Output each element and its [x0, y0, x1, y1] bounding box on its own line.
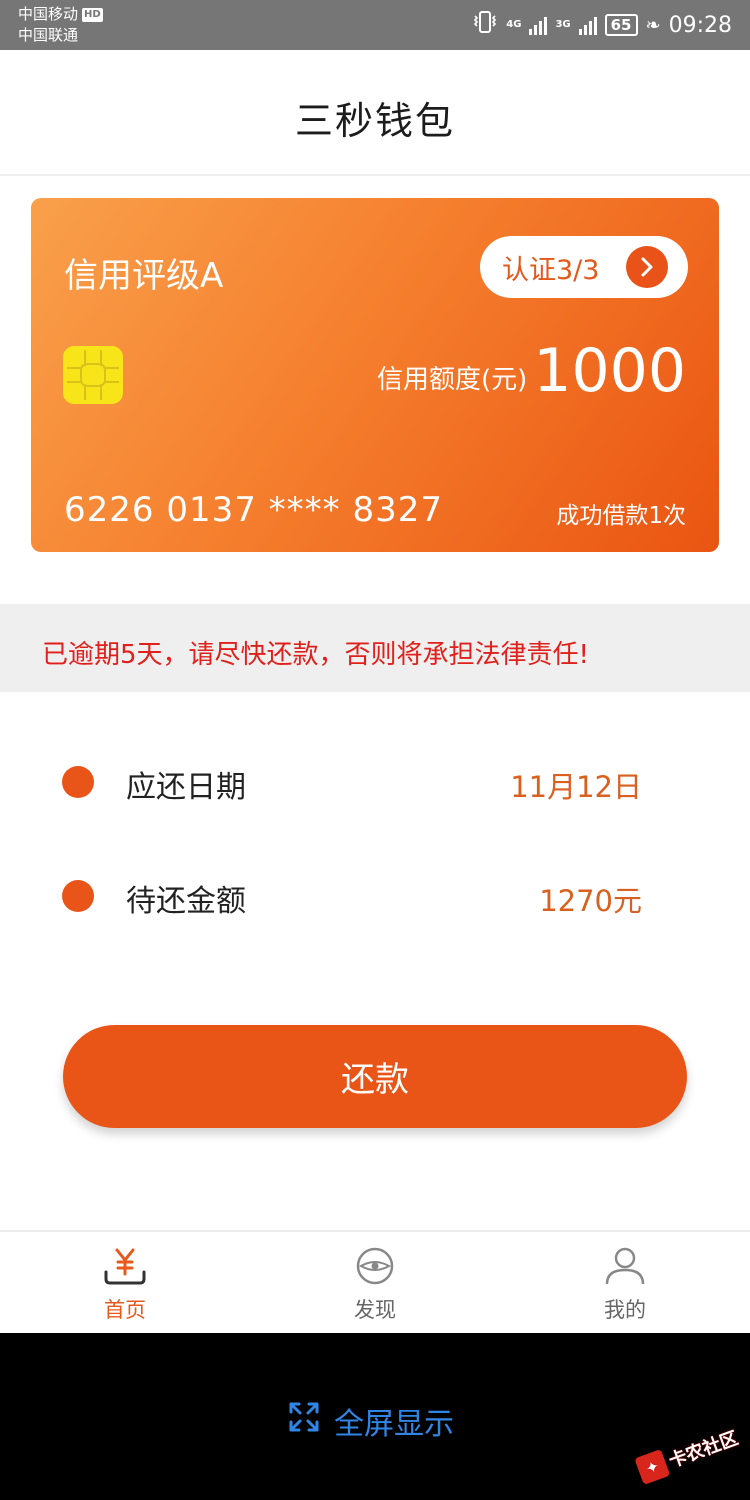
amount-due-value: 1270元: [539, 884, 642, 918]
repay-button[interactable]: 还款: [63, 1025, 687, 1128]
network-1-label: 4G: [506, 19, 522, 30]
due-date-row: 应还日期 11月12日: [0, 752, 750, 812]
vibrate-icon: [472, 10, 498, 40]
hd-badge: HD: [82, 7, 103, 22]
credit-card: 信用评级A 认证3/3 信用额度(元) 1000 6226 0137 **** …: [31, 198, 719, 552]
carrier-1-name: 中国移动: [18, 5, 79, 23]
bullet-icon: [62, 880, 94, 912]
card-number: 6226 0137 **** 8327: [64, 490, 444, 530]
overdue-notice-text: 已逾期5天，请尽快还款，否则将承担法律责任!: [42, 640, 589, 670]
status-icons: 4G 3G 65 ❧ 09:28: [472, 0, 732, 50]
page-title: 三秒钱包: [294, 99, 455, 143]
loan-count: 成功借款1次: [556, 503, 686, 529]
status-bar: 中国移动 HD 中国联通 4G 3G 65 ❧ 09:28: [0, 0, 750, 50]
nav-item-mine[interactable]: 我的: [500, 1232, 750, 1333]
network-2-label: 3G: [555, 19, 571, 30]
credit-rating: 信用评级A: [64, 256, 224, 296]
carrier-info: 中国移动 HD 中国联通: [18, 4, 103, 46]
eye-circle-icon: [355, 1246, 395, 1290]
power-saving-icon: ❧: [645, 14, 661, 36]
verification-button[interactable]: 认证3/3: [480, 236, 688, 298]
amount-due-label: 待还金额: [126, 884, 246, 919]
credit-limit: 信用额度(元) 1000: [377, 336, 686, 406]
user-icon: [603, 1246, 647, 1290]
nav-label-discover: 发现: [354, 1298, 396, 1322]
yen-wallet-icon: [103, 1246, 147, 1290]
credit-limit-label: 信用额度(元): [377, 365, 528, 395]
verification-label: 认证3/3: [502, 254, 600, 286]
carrier-2-name: 中国联通: [18, 26, 79, 44]
due-date-value: 11月12日: [510, 770, 642, 804]
expand-icon: [288, 1401, 320, 1441]
clock: 09:28: [668, 12, 732, 38]
fullscreen-button[interactable]: 全屏显示: [288, 1399, 454, 1443]
signal-1-icon: [529, 15, 548, 35]
nav-label-home: 首页: [104, 1298, 146, 1322]
card-chip-icon: [63, 346, 123, 404]
due-date-label: 应还日期: [126, 770, 246, 805]
bottom-nav: 首页 发现 我的: [0, 1230, 750, 1333]
battery-icon: 65: [604, 14, 638, 36]
amount-due-row: 待还金额 1270元: [0, 866, 750, 926]
credit-limit-value: 1000: [533, 336, 686, 406]
nav-label-mine: 我的: [604, 1298, 646, 1322]
fullscreen-label: 全屏显示: [334, 1407, 454, 1442]
bullet-icon: [62, 766, 94, 798]
system-navigation-area: 全屏显示: [0, 1333, 750, 1500]
overdue-notice: 已逾期5天，请尽快还款，否则将承担法律责任!: [0, 604, 750, 692]
signal-2-icon: [578, 15, 597, 35]
app-header: 三秒钱包: [0, 50, 750, 176]
chevron-right-icon: [626, 246, 668, 288]
nav-item-home[interactable]: 首页: [0, 1232, 250, 1333]
nav-item-discover[interactable]: 发现: [250, 1232, 500, 1333]
